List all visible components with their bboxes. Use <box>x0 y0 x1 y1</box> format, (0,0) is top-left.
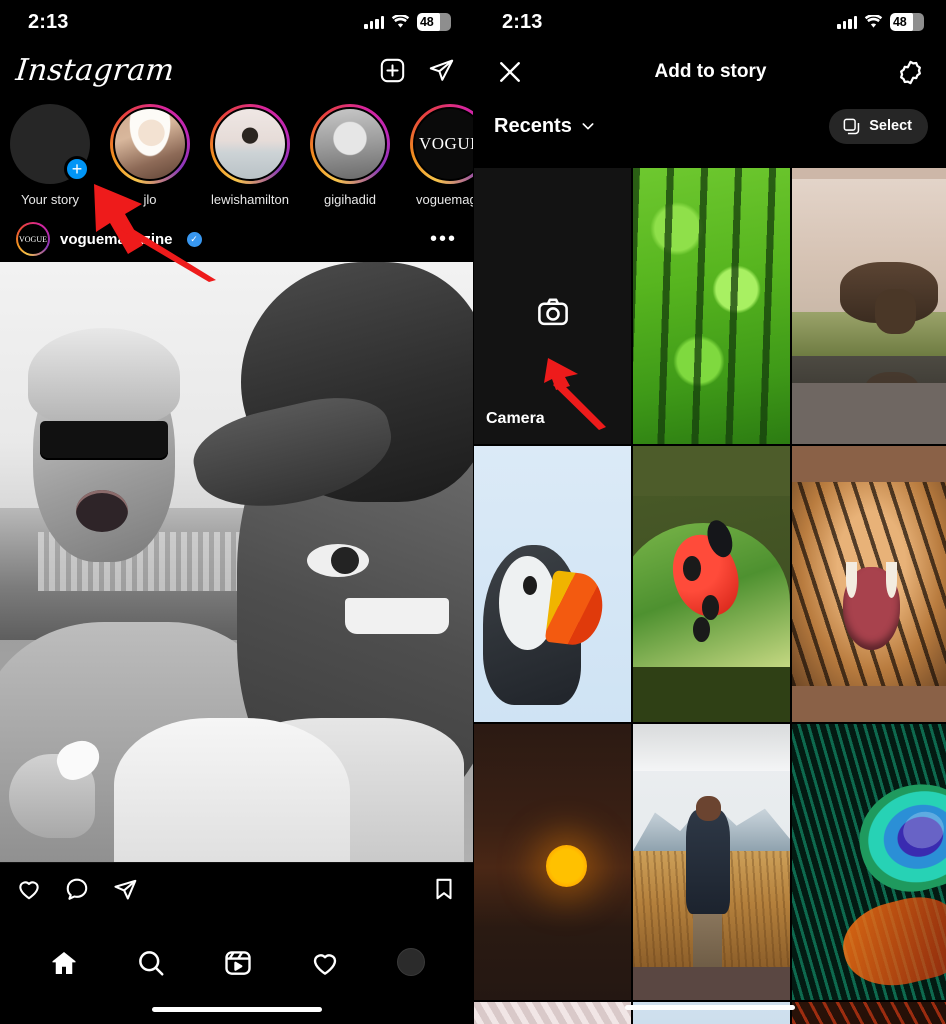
camera-icon <box>536 295 570 329</box>
cellular-signal-icon <box>837 15 857 29</box>
instagram-logo: Instagram <box>14 52 177 88</box>
select-button[interactable]: Select <box>829 108 928 144</box>
gallery-item-roaring-tiger-photo[interactable] <box>792 446 946 722</box>
plus-square-icon[interactable] <box>379 57 406 84</box>
post-more-options-button[interactable]: ••• <box>430 229 457 249</box>
chevron-down-icon <box>580 118 596 134</box>
story-label: voguemaga <box>416 192 473 207</box>
gallery-item-ladybug-on-leaf-photo[interactable] <box>633 446 790 722</box>
gallery-item-puffin-bird-photo[interactable] <box>474 446 631 722</box>
post-username[interactable]: voguemagazine <box>60 231 173 248</box>
gallery-item-peacock-feather-photo[interactable] <box>792 724 946 1000</box>
camera-tile-label: Camera <box>486 410 545 427</box>
post-avatar[interactable]: VOGUE <box>16 222 50 256</box>
battery-level: 48 <box>893 15 907 29</box>
story-jlo[interactable]: jlo <box>100 104 200 207</box>
story-ring: VOGUE <box>410 104 473 184</box>
heart-icon[interactable] <box>16 876 42 902</box>
dual-phone-screenshot: 2:13 48 Instagram + Your story jlo lewis… <box>0 0 946 1024</box>
paper-plane-icon[interactable] <box>428 57 455 84</box>
gallery-item-striped-pattern-photo[interactable] <box>474 1002 631 1024</box>
header-actions <box>379 57 455 84</box>
verified-badge-icon: ✓ <box>186 231 202 247</box>
story-ring <box>210 104 290 184</box>
select-button-label: Select <box>869 118 912 134</box>
avatar-text: VOGUE <box>419 134 473 153</box>
add-story-badge[interactable]: + <box>64 156 90 182</box>
tab-search[interactable] <box>136 948 166 978</box>
camera-tile[interactable]: Camera <box>474 168 631 444</box>
tab-reels[interactable] <box>223 948 253 978</box>
close-icon[interactable] <box>496 58 524 86</box>
story-lewishamilton[interactable]: lewishamilton <box>200 104 300 207</box>
story-ring <box>110 104 190 184</box>
multi-select-icon <box>842 117 861 136</box>
post-photo[interactable] <box>0 262 473 862</box>
home-indicator <box>151 1007 322 1012</box>
story-label: jlo <box>143 192 157 207</box>
status-indicators: 48 <box>837 13 924 31</box>
page-title: Add to story <box>654 61 767 82</box>
status-bar-right: 2:13 48 <box>474 0 946 44</box>
wifi-icon <box>391 15 410 29</box>
battery-indicator: 48 <box>890 13 924 31</box>
bottom-tab-bar[interactable] <box>0 932 473 1024</box>
post-action-bar <box>0 862 473 914</box>
tab-activity[interactable] <box>310 948 340 978</box>
album-name: Recents <box>494 114 572 137</box>
status-indicators: 48 <box>364 13 451 31</box>
story-your-story[interactable]: + Your story <box>0 104 100 207</box>
tab-profile[interactable] <box>396 948 425 976</box>
gallery-item-dark-red-texture-photo[interactable] <box>792 1002 946 1024</box>
photo-gallery-grid[interactable]: Camera <box>474 168 946 1024</box>
story-gigihadid[interactable]: gigihadid <box>300 104 400 207</box>
story-label: gigihadid <box>323 192 377 207</box>
avatar <box>313 107 387 181</box>
battery-level: 48 <box>420 15 434 29</box>
paper-plane-icon[interactable] <box>112 876 138 902</box>
speech-bubble-icon[interactable] <box>64 876 90 902</box>
avatar-text: VOGUE <box>19 234 47 244</box>
stories-tray[interactable]: + Your story jlo lewishamilton gigihadid… <box>0 96 473 216</box>
instagram-header: Instagram <box>0 44 473 96</box>
avatar <box>213 107 287 181</box>
story-ring: + <box>10 104 90 184</box>
story-ring <box>310 104 390 184</box>
album-dropdown[interactable]: Recents <box>494 115 596 138</box>
add-to-story-nav: Add to story <box>474 44 946 100</box>
status-bar-left: 2:13 48 <box>0 0 473 44</box>
story-label: lewishamilton <box>210 192 290 207</box>
gallery-item-bamboo-forest-photo[interactable] <box>633 168 790 444</box>
gallery-item-hiker-in-field-photo[interactable] <box>633 724 790 1000</box>
avatar <box>113 107 187 181</box>
status-time: 2:13 <box>502 10 543 33</box>
home-indicator <box>625 1005 795 1010</box>
status-time: 2:13 <box>28 10 69 33</box>
bookmark-icon[interactable] <box>431 876 457 902</box>
battery-indicator: 48 <box>417 13 451 31</box>
story-label: Your story <box>20 192 80 207</box>
gallery-item-bear-in-mist-photo[interactable] <box>792 168 946 444</box>
album-selector-bar: Recents Select <box>474 100 946 152</box>
instagram-feed-panel: 2:13 48 Instagram + Your story jlo lewis… <box>0 0 473 1024</box>
gallery-item-sunset-photo[interactable] <box>474 724 631 1000</box>
cellular-signal-icon <box>364 15 384 29</box>
wifi-icon <box>864 15 883 29</box>
post-header: VOGUE voguemagazine ✓ ••• <box>0 216 473 262</box>
add-to-story-panel: 2:13 48 Add to story Recents Select Came… <box>473 0 946 1024</box>
avatar: VOGUE <box>413 107 473 181</box>
story-voguemagazine[interactable]: VOGUE voguemaga <box>400 104 473 207</box>
gear-icon[interactable] <box>897 59 924 86</box>
tab-home[interactable] <box>49 948 79 978</box>
